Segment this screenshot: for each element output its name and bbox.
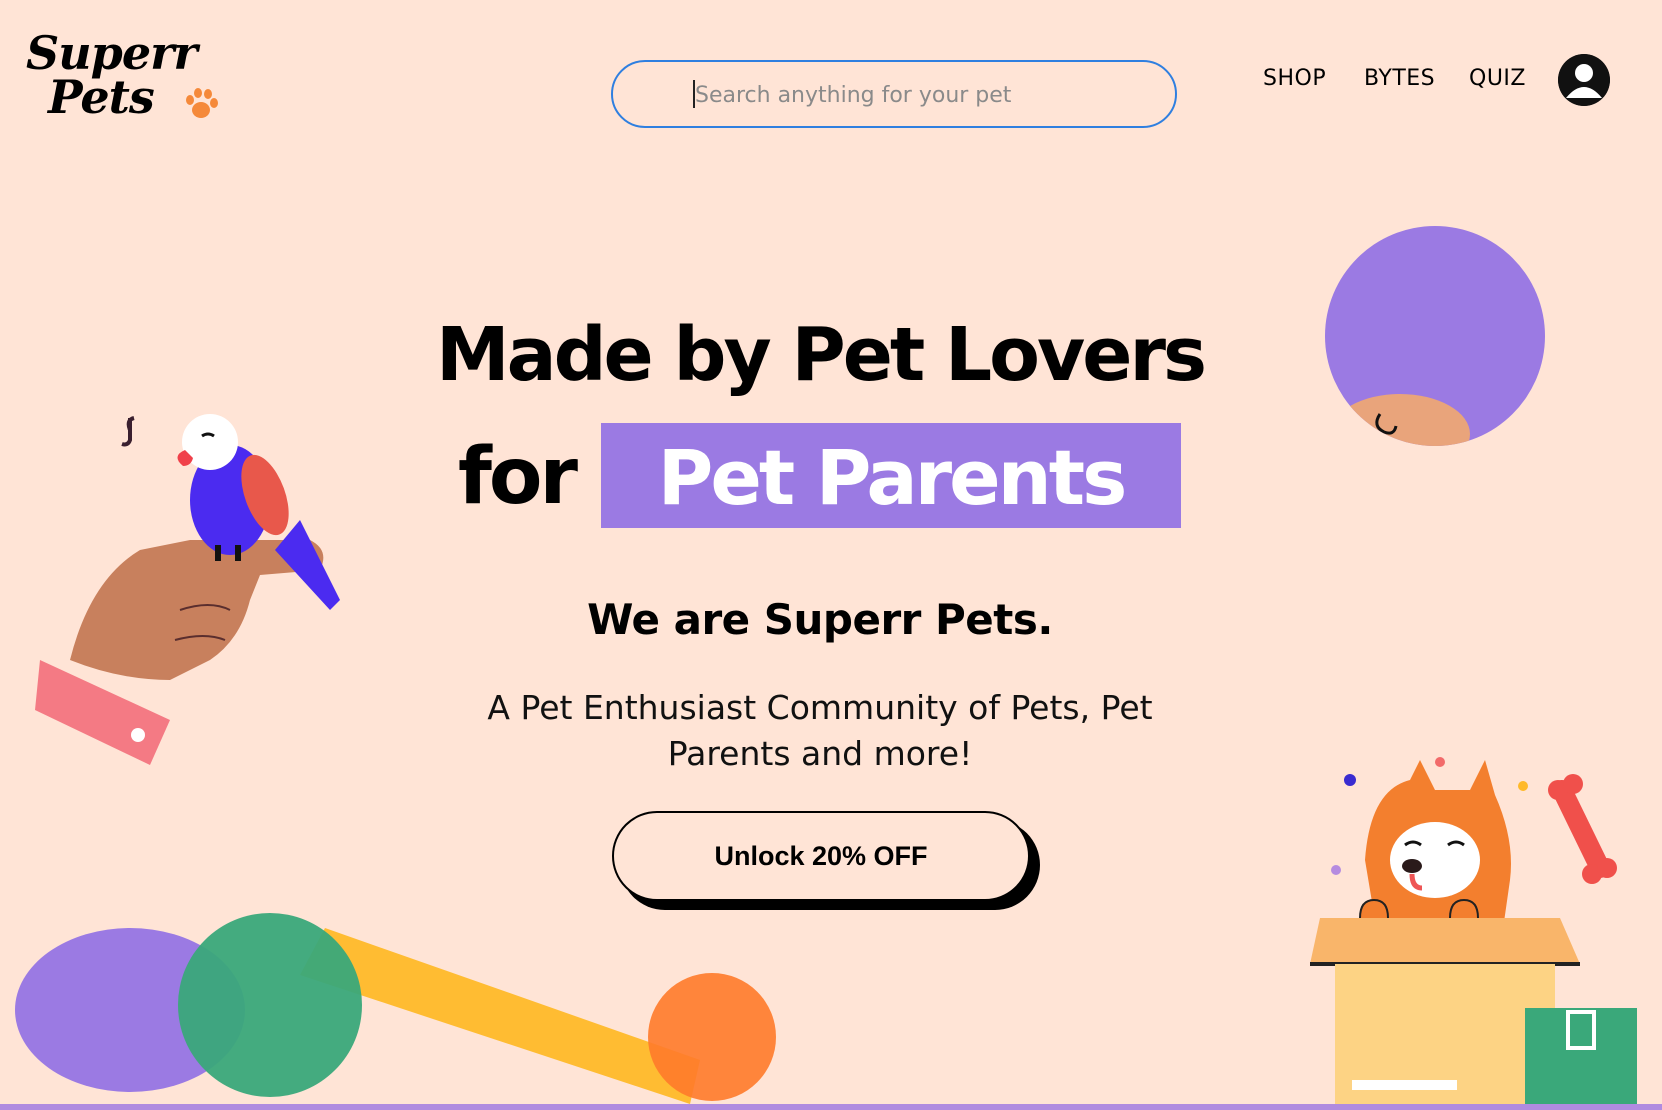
decorative-shapes [15,913,776,1104]
unlock-discount-button[interactable]: Unlock 20% OFF [612,811,1030,901]
parrot-on-hand-illustration [35,414,340,765]
text-caret [693,80,695,108]
bottom-border [0,1104,1662,1110]
user-circle-icon [1558,54,1610,106]
hero-headline-highlight: Pet Parents [657,433,1128,522]
hero-highlight-box: Pet Parents [601,423,1181,528]
hero-description: A Pet Enthusiast Community of Pets, Pet … [487,688,1153,773]
hero-subheadline: We are Superr Pets. [587,595,1053,644]
brand-logo[interactable]: Superr Pets [26,30,241,130]
search-input[interactable] [693,76,1137,114]
hero-headline: Made by Pet Lovers [436,312,1207,398]
nav-bytes[interactable]: BYTES [1364,66,1435,91]
search-bar[interactable] [611,60,1177,128]
nav-shop[interactable]: SHOP [1263,66,1326,91]
hero-headline-for: for [458,432,578,522]
paw-icon [186,88,218,118]
brand-logo-line2: Pets [48,70,155,124]
dog-in-box-illustration [1310,757,1637,1104]
nav-quiz[interactable]: QUIZ [1469,66,1526,91]
user-profile-button[interactable] [1558,54,1610,106]
